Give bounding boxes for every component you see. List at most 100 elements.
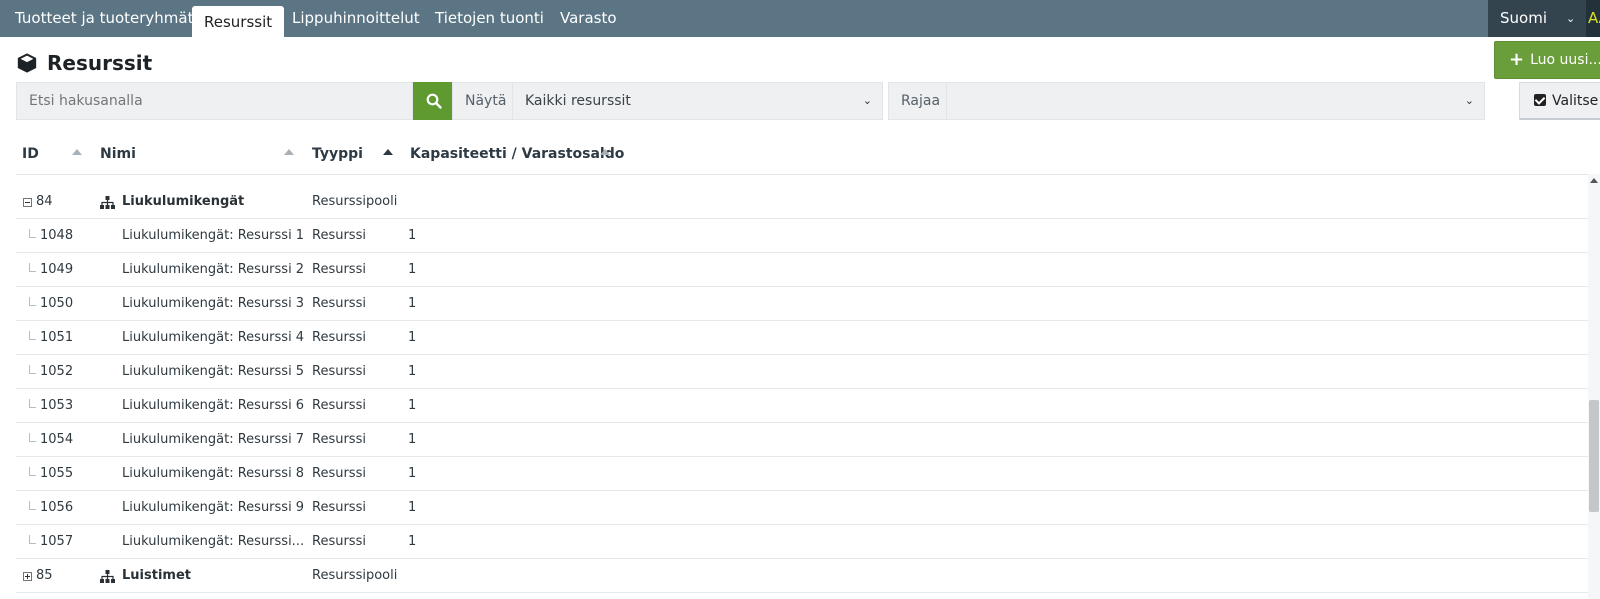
table-row[interactable]: 85 Luistimet Resurssipooli — [16, 559, 1588, 593]
table-row[interactable]: 1051 Liukulumikengät: Resurssi 4 Resurss… — [16, 321, 1588, 355]
table-row[interactable]: 1054 Liukulumikengät: Resurssi 7 Resurss… — [16, 423, 1588, 457]
tab-tuotteet[interactable]: Tuotteet ja tuoteryhmät — [15, 0, 193, 37]
cell-name: Liukulumikengät: Resurssi 6 — [122, 398, 305, 413]
table-row[interactable]: 1048 Liukulumikengät: Resurssi 1 Resurss… — [16, 219, 1588, 253]
cell-id: 1053 — [40, 398, 74, 413]
show-filter-value: Kaikki resurssit — [525, 93, 631, 109]
scrollbar-thumb[interactable] — [1589, 400, 1599, 512]
cell-id: 1057 — [40, 534, 74, 549]
table-row[interactable]: 1050 Liukulumikengät: Resurssi 3 Resurss… — [16, 287, 1588, 321]
language-selector[interactable]: Suomi ⌄ — [1488, 0, 1586, 37]
tab-varasto[interactable]: Varasto — [560, 0, 617, 37]
tree-branch-icon — [29, 399, 36, 408]
table-row[interactable]: 1055 Liukulumikengät: Resurssi 8 Resurss… — [16, 457, 1588, 491]
cell-id: 1054 — [40, 432, 74, 447]
collapse-toggle-icon[interactable] — [23, 198, 32, 207]
cell-type: Resurssi — [312, 398, 366, 413]
sort-arrow-icon[interactable] — [600, 149, 610, 155]
table-row[interactable]: 1053 Liukulumikengät: Resurssi 6 Resurss… — [16, 389, 1588, 423]
tree-branch-icon — [29, 263, 36, 272]
tab-resurssit[interactable]: Resurssit — [192, 6, 285, 37]
table-row[interactable]: 1057 Liukulumikengät: Resurssi... Resurs… — [16, 525, 1588, 559]
sort-arrow-icon[interactable] — [284, 149, 294, 155]
language-label: Suomi — [1500, 9, 1547, 27]
tree-branch-icon — [29, 229, 36, 238]
limit-filter-select[interactable]: ⌄ — [946, 82, 1485, 120]
tree-branch-icon — [29, 297, 36, 306]
cell-capacity: 1 — [408, 296, 417, 311]
cell-name: Liukulumikengät: Resurssi 3 — [122, 296, 305, 311]
cell-capacity: 1 — [408, 228, 417, 243]
search-button[interactable] — [413, 82, 455, 120]
hierarchy-icon — [100, 570, 115, 583]
tab-lippuhinnoittelut[interactable]: Lippuhinnoittelut — [292, 0, 420, 37]
scroll-up-arrow-icon[interactable] — [1590, 178, 1598, 183]
column-header-id[interactable]: ID — [22, 146, 39, 166]
tree-branch-icon — [29, 331, 36, 340]
chevron-down-icon: ⌄ — [1566, 12, 1576, 25]
plus-icon: + — [1509, 49, 1525, 70]
show-filter-label: Näytä — [452, 82, 513, 120]
user-menu[interactable]: AA — [1586, 0, 1600, 37]
page-title: Resurssit — [16, 49, 152, 77]
user-initials: AA — [1588, 9, 1600, 27]
cell-name: Liukulumikengät: Resurssi 2 — [122, 262, 305, 277]
limit-filter-label: Rajaa — [888, 82, 947, 120]
cell-name: Luistimet — [122, 568, 191, 583]
create-new-button[interactable]: + Luo uusi... — [1494, 41, 1600, 79]
tree-branch-icon — [29, 433, 36, 442]
cell-capacity: 1 — [408, 398, 417, 413]
column-header-name[interactable]: Nimi — [100, 146, 136, 166]
cell-type: Resurssi — [312, 432, 366, 447]
cell-capacity: 1 — [408, 500, 417, 515]
cell-type: Resurssi — [312, 330, 366, 345]
cell-id: 1055 — [40, 466, 74, 481]
cell-type: Resurssi — [312, 500, 366, 515]
cell-type: Resurssipooli — [312, 194, 398, 209]
select-mode-button[interactable]: Valitse — [1519, 82, 1600, 120]
sort-arrow-icon[interactable] — [383, 149, 393, 155]
chevron-down-icon: ⌄ — [862, 94, 872, 107]
cell-id: 1049 — [40, 262, 74, 277]
column-header-type[interactable]: Tyyppi — [312, 146, 363, 166]
cell-capacity: 1 — [408, 432, 417, 447]
page-title-text: Resurssit — [47, 51, 153, 75]
cell-type: Resurssi — [312, 534, 366, 549]
cell-name: Liukulumikengät: Resurssi 4 — [122, 330, 305, 345]
cell-id: 1056 — [40, 500, 74, 515]
cell-id: 84 — [36, 194, 53, 209]
cell-type: Resurssi — [312, 296, 366, 311]
show-filter-select[interactable]: Kaikki resurssit ⌄ — [512, 82, 883, 120]
cell-name: Liukulumikengät: Resurssi 8 — [122, 466, 305, 481]
column-header-capacity[interactable]: Kapasiteetti / Varastosaldo — [410, 146, 624, 166]
cell-name: Liukulumikengät: Resurssi 5 — [122, 364, 305, 379]
cell-id: 1052 — [40, 364, 74, 379]
tab-tietojen-tuonti[interactable]: Tietojen tuonti — [435, 0, 544, 37]
chevron-down-icon: ⌄ — [1464, 94, 1474, 107]
table-row[interactable]: 1056 Liukulumikengät: Resurssi 9 Resurss… — [16, 491, 1588, 525]
table-row[interactable]: 1049 Liukulumikengät: Resurssi 2 Resurss… — [16, 253, 1588, 287]
cell-type: Resurssipooli — [312, 568, 398, 583]
cell-name: Liukulumikengät: Resurssi 1 — [122, 228, 305, 243]
cell-capacity: 1 — [408, 364, 417, 379]
select-mode-label: Valitse — [1552, 93, 1599, 109]
tree-branch-icon — [29, 467, 36, 476]
sort-arrow-icon[interactable] — [72, 149, 82, 155]
cell-id: 1051 — [40, 330, 74, 345]
cell-name: Liukulumikengät: Resurssi... — [122, 534, 305, 549]
cell-id: 1048 — [40, 228, 74, 243]
cell-capacity: 1 — [408, 466, 417, 481]
create-new-label: Luo uusi... — [1530, 52, 1600, 68]
cell-capacity: 1 — [408, 330, 417, 345]
table-row[interactable]: 1052 Liukulumikengät: Resurssi 5 Resurss… — [16, 355, 1588, 389]
top-navigation: Tuotteet ja tuoteryhmät Resurssit Lippuh… — [0, 0, 1600, 37]
vertical-scrollbar[interactable] — [1588, 174, 1600, 599]
table-row[interactable]: 84 Liukulumikengät Resurssipooli — [16, 185, 1588, 219]
hierarchy-icon — [100, 196, 115, 209]
expand-toggle-icon[interactable] — [23, 572, 32, 581]
search-icon — [426, 93, 442, 109]
search-input[interactable] — [16, 82, 413, 120]
tree-branch-icon — [29, 535, 36, 544]
cell-type: Resurssi — [312, 466, 366, 481]
cell-type: Resurssi — [312, 262, 366, 277]
